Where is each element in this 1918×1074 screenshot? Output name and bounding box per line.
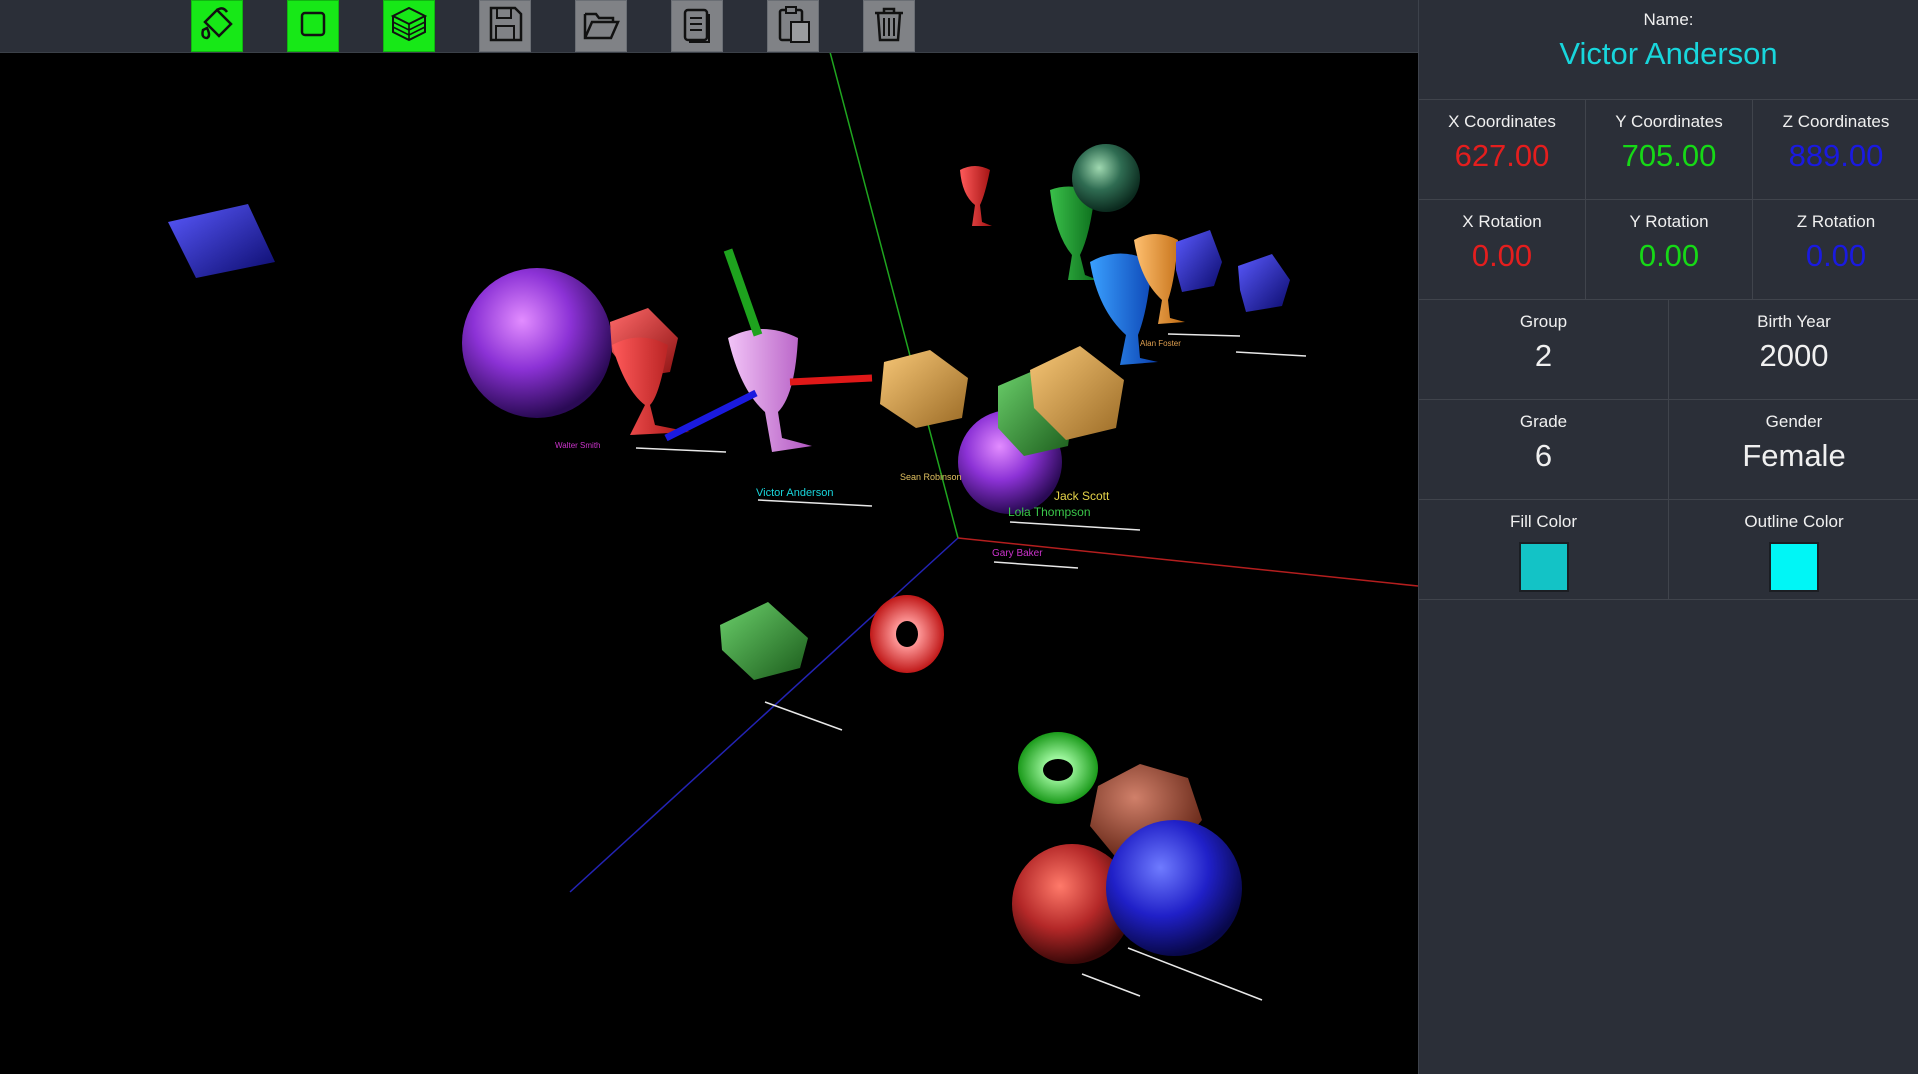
name-label: Name: [1643, 10, 1694, 29]
grade-cell[interactable]: Grade 6 [1419, 400, 1669, 500]
y-coord-value[interactable]: 705.00 [1586, 138, 1752, 174]
gizmo-blue [664, 389, 758, 442]
grade-label: Grade [1519, 412, 1568, 431]
z-axis-line [569, 537, 959, 893]
outline-color-cell: Outline Color [1669, 500, 1918, 600]
y-coord-label: Y Coordinates [1615, 112, 1723, 131]
gender-label: Gender [1765, 412, 1823, 431]
gender-cell[interactable]: Gender Female [1669, 400, 1918, 500]
group-label: Group [1519, 312, 1568, 331]
3d-scene[interactable]: Victor Anderson Sean Robinson Jack Scott… [0, 52, 1418, 1074]
name-cell: Name: Victor Anderson [1419, 0, 1918, 100]
3d-viewport[interactable]: Victor Anderson Sean Robinson Jack Scott… [0, 0, 1418, 1074]
x-rotation-cell[interactable]: X Rotation 0.00 [1419, 200, 1586, 300]
x-rotation-value[interactable]: 0.00 [1419, 238, 1585, 274]
blue-cube-2 [1176, 230, 1222, 292]
green-donut-hole [1043, 759, 1073, 781]
label-gary-baker: Gary Baker [992, 548, 1043, 559]
purple-sphere [462, 268, 612, 418]
green-cube-lower [720, 602, 808, 680]
y-coord-cell[interactable]: Y Coordinates 705.00 [1586, 100, 1753, 200]
trash-icon [869, 4, 909, 49]
square-icon [293, 4, 333, 49]
floppy-disk-icon [485, 4, 525, 49]
y-rotation-cell[interactable]: Y Rotation 0.00 [1586, 200, 1753, 300]
birth-year-cell[interactable]: Birth Year 2000 [1669, 300, 1918, 400]
gender-value[interactable]: Female [1669, 438, 1918, 474]
earth-sphere [1072, 144, 1140, 212]
paint-bucket-button[interactable] [191, 0, 243, 52]
square-button[interactable] [287, 0, 339, 52]
fill-color-swatch[interactable] [1518, 542, 1569, 592]
label-sean-robinson: Sean Robinson [900, 472, 962, 482]
x-axis-line [957, 537, 1418, 587]
name-value: Victor Anderson [1559, 36, 1778, 71]
cube-grid-icon [389, 4, 429, 49]
z-rotation-value[interactable]: 0.00 [1753, 238, 1918, 274]
pink-glass [728, 329, 812, 452]
blue-sphere [1106, 820, 1242, 956]
gizmo-red [789, 374, 873, 386]
outline-color-swatch[interactable] [1769, 542, 1819, 592]
fill-color-cell: Fill Color [1419, 500, 1669, 600]
z-rotation-cell[interactable]: Z Rotation 0.00 [1753, 200, 1918, 300]
label-alan-foster: Alan Foster [1140, 339, 1181, 348]
x-rotation-label: X Rotation [1462, 212, 1542, 231]
gizmo-green [723, 248, 763, 337]
tan-cube [880, 350, 968, 428]
properties-panel: Name: Victor Anderson X Coordinates 627.… [1418, 0, 1918, 1074]
fill-color-label: Fill Color [1509, 512, 1578, 531]
birth-year-value[interactable]: 2000 [1669, 338, 1918, 374]
grade-value[interactable]: 6 [1419, 438, 1668, 474]
birth-year-label: Birth Year [1757, 312, 1831, 331]
cube-grid-button[interactable] [383, 0, 435, 52]
blue-cube-3 [1238, 254, 1290, 312]
folder-open-icon [581, 4, 621, 49]
label-victor-anderson: Victor Anderson [756, 487, 833, 499]
y-axis-line [829, 52, 959, 539]
blue-slab [168, 204, 275, 278]
group-cell[interactable]: Group 2 [1419, 300, 1669, 400]
clipboard-icon [773, 4, 813, 49]
x-coord-value[interactable]: 627.00 [1419, 138, 1585, 174]
red-donut-hole [896, 621, 918, 647]
z-rotation-label: Z Rotation [1796, 212, 1876, 231]
group-value[interactable]: 2 [1419, 338, 1668, 374]
x-coord-label: X Coordinates [1448, 112, 1556, 131]
x-coord-cell[interactable]: X Coordinates 627.00 [1419, 100, 1586, 200]
y-rotation-value[interactable]: 0.00 [1586, 238, 1752, 274]
copy-button[interactable] [671, 0, 723, 52]
z-coord-label: Z Coordinates [1782, 112, 1890, 131]
label-lola-thompson: Lola Thompson [1008, 505, 1091, 519]
save-button[interactable] [479, 0, 531, 52]
label-walter-smith: Walter Smith [555, 441, 601, 450]
y-rotation-label: Y Rotation [1629, 212, 1709, 231]
z-coord-value[interactable]: 889.00 [1753, 138, 1918, 174]
paste-button[interactable] [767, 0, 819, 52]
label-jack-scott: Jack Scott [1054, 489, 1110, 503]
red-glass [612, 337, 690, 435]
outline-color-label: Outline Color [1744, 512, 1844, 531]
open-button[interactable] [575, 0, 627, 52]
paint-bucket-icon [197, 4, 237, 49]
z-coord-cell[interactable]: Z Coordinates 889.00 [1753, 100, 1918, 200]
document-copy-icon [677, 4, 717, 49]
small-red-glass [960, 166, 992, 226]
delete-button[interactable] [863, 0, 915, 52]
toolbar [0, 0, 1418, 53]
